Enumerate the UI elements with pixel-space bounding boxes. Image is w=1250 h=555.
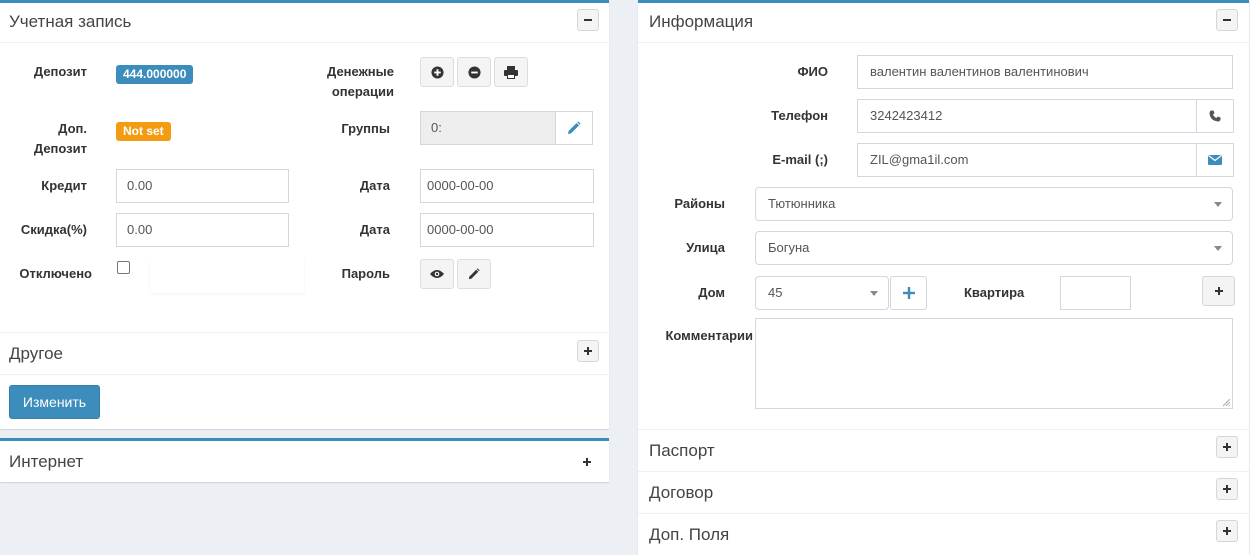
plus-icon bbox=[1223, 485, 1231, 493]
disabled-label: Отключено bbox=[19, 266, 92, 281]
groups-label: Группы bbox=[341, 121, 390, 136]
minus-icon bbox=[1223, 19, 1231, 21]
plus-icon bbox=[584, 347, 592, 355]
house-select-value: 45 bbox=[768, 285, 783, 300]
comments-textarea[interactable] bbox=[755, 318, 1233, 409]
edit-groups-button[interactable] bbox=[555, 111, 593, 145]
discount-date-label: Дата bbox=[359, 222, 390, 237]
add-apartment-button[interactable] bbox=[1202, 276, 1235, 306]
house-select[interactable]: 45 bbox=[755, 276, 889, 310]
expand-other-button[interactable] bbox=[577, 340, 599, 362]
chevron-down-icon bbox=[1214, 202, 1222, 207]
extra-deposit-badge: Not set bbox=[116, 122, 171, 141]
phone-icon bbox=[1209, 110, 1221, 122]
disabled-checkbox[interactable] bbox=[117, 261, 130, 274]
call-button[interactable] bbox=[1196, 99, 1234, 133]
password-label: Пароль bbox=[341, 266, 390, 281]
extra-fields-section-title: Доп. Поля bbox=[649, 525, 730, 544]
account-panel-title: Учетная запись bbox=[9, 12, 132, 31]
edit-password-button[interactable] bbox=[457, 259, 491, 289]
print-button[interactable] bbox=[494, 57, 528, 87]
info-panel: Информация ФИО валентин валентинов вален… bbox=[638, 0, 1249, 555]
expand-contract-button[interactable] bbox=[1216, 478, 1238, 500]
credit-date-label: Дата bbox=[359, 178, 390, 193]
deposit-label: Депозит bbox=[33, 64, 87, 79]
info-panel-title: Информация bbox=[649, 12, 754, 31]
fio-input[interactable]: валентин валентинов валентинович bbox=[857, 55, 1233, 89]
fio-label: ФИО bbox=[797, 64, 828, 79]
account-panel-header: Учетная запись bbox=[0, 3, 609, 43]
credit-input[interactable]: 0.00 bbox=[116, 169, 289, 203]
add-house-button[interactable] bbox=[890, 276, 927, 310]
remove-money-button[interactable] bbox=[457, 57, 491, 87]
discount-date-input[interactable]: 0000-00-00 bbox=[420, 213, 594, 247]
email-label: E-mail (;) bbox=[772, 152, 828, 167]
other-section-title: Другое bbox=[9, 344, 64, 363]
passport-section-title: Паспорт bbox=[649, 441, 715, 460]
info-panel-header: Информация bbox=[638, 3, 1249, 43]
contract-section-title: Договор bbox=[649, 483, 714, 502]
disabled-reason-area bbox=[150, 258, 304, 293]
plus-icon bbox=[1214, 287, 1223, 295]
street-label: Улица bbox=[686, 240, 725, 255]
email-input[interactable]: ZIL@gma1il.com bbox=[857, 143, 1197, 177]
phone-label: Телефон bbox=[771, 108, 828, 123]
district-label: Районы bbox=[674, 196, 725, 211]
chevron-down-icon bbox=[870, 291, 878, 296]
street-select-value: Богуна bbox=[768, 240, 810, 255]
print-icon bbox=[504, 65, 518, 79]
expand-internet-button[interactable] bbox=[580, 455, 594, 469]
plus-icon bbox=[1223, 443, 1231, 451]
pencil-icon bbox=[468, 268, 480, 280]
add-money-button[interactable] bbox=[420, 57, 454, 87]
change-button[interactable]: Изменить bbox=[9, 385, 100, 419]
deposit-badge: 444.000000 bbox=[116, 65, 194, 84]
pencil-icon bbox=[568, 121, 581, 134]
expand-passport-button[interactable] bbox=[1216, 436, 1238, 458]
discount-label: Скидка(%) bbox=[20, 222, 87, 237]
apartment-label: Квартира bbox=[964, 285, 1025, 300]
extra-deposit-label: Доп. Депозит bbox=[33, 121, 87, 156]
comments-label: Комментарии bbox=[665, 328, 753, 343]
send-email-button[interactable] bbox=[1196, 143, 1234, 177]
apartment-input[interactable] bbox=[1060, 276, 1131, 310]
discount-input[interactable]: 0.00 bbox=[116, 213, 289, 247]
extra-fields-section: Доп. Поля bbox=[638, 513, 1249, 555]
groups-field[interactable]: 0: bbox=[420, 111, 556, 145]
plus-circle-icon bbox=[430, 65, 444, 79]
district-select-value: Тютюнника bbox=[768, 196, 836, 211]
money-operations-label: Денежные операции bbox=[327, 64, 394, 99]
phone-input[interactable]: 3242423412 bbox=[857, 99, 1197, 133]
eye-icon bbox=[430, 270, 444, 278]
credit-label: Кредит bbox=[41, 178, 87, 193]
plus-icon bbox=[1223, 527, 1231, 535]
contract-section: Договор bbox=[638, 471, 1249, 513]
chevron-down-icon bbox=[1214, 246, 1222, 251]
collapse-info-button[interactable] bbox=[1216, 9, 1238, 31]
account-panel: Учетная запись Депозит 444.000000 Денежн… bbox=[0, 0, 609, 429]
resize-handle-icon bbox=[1223, 399, 1230, 406]
minus-icon bbox=[584, 19, 592, 21]
house-label: Дом bbox=[698, 285, 725, 300]
show-password-button[interactable] bbox=[420, 259, 454, 289]
internet-panel-title: Интернет bbox=[9, 452, 84, 471]
passport-section: Паспорт bbox=[638, 429, 1249, 471]
plus-icon bbox=[583, 458, 591, 466]
street-select[interactable]: Богуна bbox=[755, 231, 1233, 265]
internet-panel: Интернет bbox=[0, 438, 609, 482]
envelope-icon bbox=[1208, 155, 1222, 165]
district-select[interactable]: Тютюнника bbox=[755, 187, 1233, 221]
expand-extra-fields-button[interactable] bbox=[1216, 520, 1238, 542]
other-section: Другое bbox=[0, 332, 609, 375]
credit-date-input[interactable]: 0000-00-00 bbox=[420, 169, 594, 203]
plus-icon bbox=[902, 287, 915, 299]
collapse-account-button[interactable] bbox=[577, 9, 599, 31]
minus-circle-icon bbox=[467, 65, 481, 79]
